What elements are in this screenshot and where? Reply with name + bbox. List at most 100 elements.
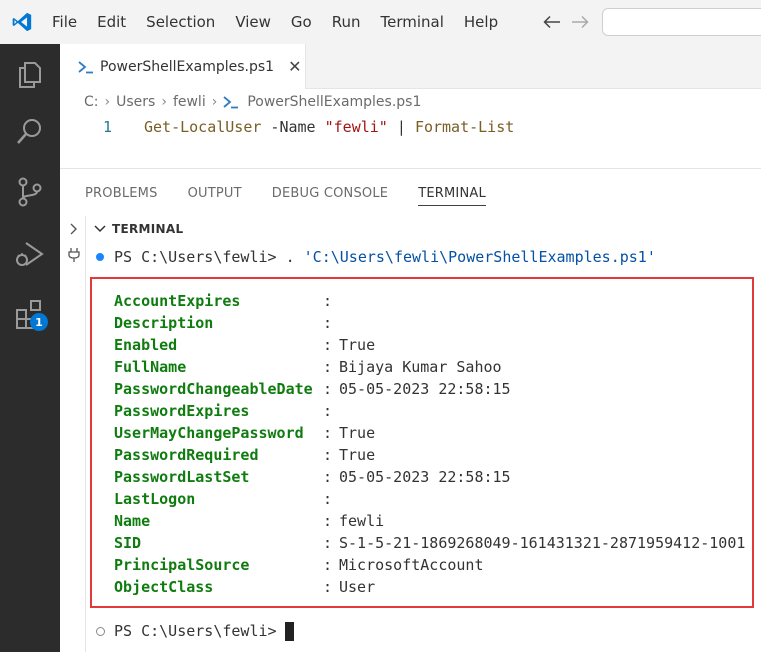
terminal-section-title: TERMINAL (112, 222, 184, 236)
output-row: PasswordExpires: (114, 400, 339, 422)
tab-problems[interactable]: PROBLEMS (85, 172, 158, 216)
property-name: PrincipalSource (114, 556, 250, 574)
terminal-prompt-line[interactable]: PS C:\Users\fewli> (96, 619, 294, 643)
property-name: SID (114, 534, 142, 552)
panel-side-strip (60, 216, 86, 652)
property-name: Name (114, 512, 151, 530)
terminal-prompt: PS C:\Users\fewli> (114, 622, 277, 640)
output-row: UserMayChangePassword: True (114, 422, 375, 444)
property-separator: : (323, 380, 342, 398)
property-value: True (339, 336, 376, 354)
chevron-right-icon: › (104, 94, 111, 110)
output-row: Description: (114, 312, 339, 334)
menu-go[interactable]: Go (281, 0, 322, 44)
code-parameter: -Name (261, 118, 325, 136)
chevron-down-icon (94, 225, 106, 233)
panel-tab-bar: PROBLEMS OUTPUT DEBUG CONSOLE TERMINAL (60, 172, 761, 216)
code-string: "fewli" (324, 118, 388, 136)
terminal-command: . (285, 248, 304, 266)
editor-tab-bar: PowerShellExamples.ps1 ✕ (60, 44, 761, 89)
vscode-logo-icon (0, 0, 44, 44)
menu-run[interactable]: Run (322, 0, 371, 44)
back-arrow-icon[interactable] (538, 8, 566, 36)
property-separator: : (323, 468, 342, 486)
search-icon[interactable] (14, 116, 46, 148)
menu-terminal[interactable]: Terminal (371, 0, 454, 44)
property-name: LastLogon (114, 490, 196, 508)
command-center-search[interactable] (602, 8, 761, 36)
chevron-right-icon[interactable] (68, 223, 80, 235)
property-name: PasswordChangeableDate (114, 380, 313, 398)
property-value: MicrosoftAccount (339, 556, 484, 574)
property-name: Description (114, 314, 214, 332)
output-row: PasswordRequired: True (114, 444, 375, 466)
output-row: LastLogon: (114, 488, 339, 510)
property-value: User (339, 578, 376, 596)
chevron-right-icon: › (161, 94, 167, 110)
tab-powershell-examples[interactable]: PowerShellExamples.ps1 ✕ (60, 44, 306, 89)
panel-divider (60, 168, 761, 169)
property-value: S-1-5-21-1869268049-161431321-2871959412… (339, 534, 746, 552)
terminal-section-header[interactable]: TERMINAL (94, 219, 183, 239)
property-name: Enabled (114, 336, 178, 354)
code-cmdlet: Get-LocalUser (144, 118, 262, 136)
code-pipe: | (387, 118, 415, 136)
powershell-file-icon (223, 96, 239, 109)
property-separator: : (323, 556, 342, 574)
property-separator: : (323, 490, 342, 508)
property-separator: : (323, 358, 342, 376)
command-pending-dot-icon (96, 626, 105, 636)
plug-icon[interactable] (67, 247, 81, 263)
menu-help[interactable]: Help (454, 0, 508, 44)
breadcrumb-users[interactable]: Users (116, 94, 155, 110)
activity-bar: 1 (0, 44, 60, 652)
property-name: ObjectClass (114, 578, 214, 596)
breadcrumb-fewli[interactable]: fewli (173, 94, 206, 110)
code-text: Get-LocalUser -Name "fewli" | Format-Lis… (144, 118, 514, 136)
property-separator: : (323, 292, 342, 310)
terminal-cursor (284, 621, 294, 641)
property-value: 05-05-2023 22:58:15 (339, 380, 511, 398)
title-bar: File Edit Selection View Go Run Terminal… (0, 0, 761, 44)
property-separator: : (323, 314, 342, 332)
property-name: AccountExpires (114, 292, 241, 310)
menu-file[interactable]: File (44, 0, 87, 44)
property-separator: : (323, 446, 342, 464)
property-name: PasswordExpires (114, 402, 250, 420)
tab-terminal[interactable]: TERMINAL (418, 172, 486, 206)
terminal-command-line: PS C:\Users\fewli> . 'C:\Users\fewli\Pow… (96, 246, 656, 268)
extensions-badge: 1 (30, 313, 48, 331)
navigation-controls (538, 8, 594, 36)
tab-output[interactable]: OUTPUT (188, 172, 242, 216)
property-value: 05-05-2023 22:58:15 (339, 468, 511, 486)
line-number: 1 (102, 118, 112, 136)
run-debug-icon[interactable] (14, 238, 46, 270)
source-control-icon[interactable] (14, 176, 46, 208)
close-icon[interactable]: ✕ (288, 57, 301, 76)
output-row: Name: fewli (114, 510, 384, 532)
menu-selection[interactable]: Selection (136, 0, 225, 44)
command-success-dot-icon[interactable] (96, 253, 104, 261)
breadcrumb-drive[interactable]: C: (84, 94, 99, 110)
tab-label: PowerShellExamples.ps1 (100, 58, 275, 75)
property-name: FullName (114, 358, 187, 376)
chevron-right-icon: › (211, 94, 218, 110)
tab-debug-console[interactable]: DEBUG CONSOLE (272, 172, 388, 216)
code-line-1[interactable]: 1 Get-LocalUser -Name "fewli" | Format-L… (60, 115, 761, 139)
menu-edit[interactable]: Edit (87, 0, 136, 44)
property-value: Bijaya Kumar Sahoo (339, 358, 502, 376)
powershell-file-icon (78, 60, 93, 73)
output-row: SID: S-1-5-21-1869268049-161431321-28719… (114, 532, 745, 554)
output-row: PasswordChangeableDate: 05-05-2023 22:58… (114, 378, 511, 400)
property-separator: : (323, 336, 342, 354)
property-name: UserMayChangePassword (114, 424, 304, 442)
terminal-command-path: 'C:\Users\fewli\PowerShellExamples.ps1' (303, 248, 656, 266)
forward-arrow-icon[interactable] (566, 8, 594, 36)
property-value: True (339, 424, 376, 442)
menu-view[interactable]: View (225, 0, 281, 44)
breadcrumb: C: › Users › fewli › PowerShellExamples.… (60, 89, 761, 115)
explorer-files-icon[interactable] (14, 58, 46, 90)
menu-bar: File Edit Selection View Go Run Terminal… (44, 0, 508, 44)
property-name: PasswordLastSet (114, 468, 250, 486)
breadcrumb-file[interactable]: PowerShellExamples.ps1 (247, 94, 421, 110)
